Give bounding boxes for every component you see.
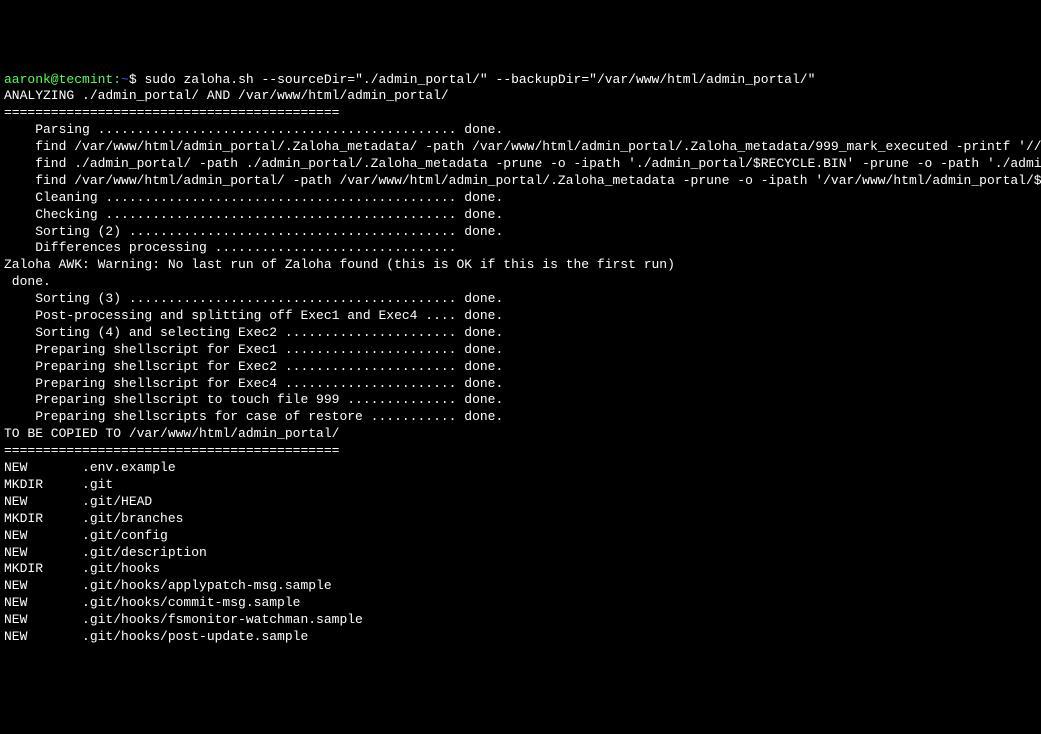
command-line: aaronk@tecmint:~$ sudo zaloha.sh --sourc… <box>4 72 1037 89</box>
output-line: find ./admin_portal/ -path ./admin_porta… <box>4 156 1037 173</box>
output-line: NEW .git/hooks/applypatch-msg.sample <box>4 578 1037 595</box>
output-line: Preparing shellscript for Exec1 ........… <box>4 342 1037 359</box>
output-line: MKDIR .git/hooks <box>4 561 1037 578</box>
prompt-user: aaronk@tecmint <box>4 72 113 87</box>
output-line: Cleaning ...............................… <box>4 190 1037 207</box>
output-line: Sorting (4) and selecting Exec2 ........… <box>4 325 1037 342</box>
output-line: Preparing shellscript for Exec2 ........… <box>4 359 1037 376</box>
output-line: MKDIR .git/branches <box>4 511 1037 528</box>
prompt-symbol: $ <box>129 72 137 87</box>
output-line: done. <box>4 274 1037 291</box>
output-line: Preparing shellscript to touch file 999 … <box>4 392 1037 409</box>
output-line: Preparing shellscript for Exec4 ........… <box>4 376 1037 393</box>
output-line: Parsing ................................… <box>4 122 1037 139</box>
output-line: NEW .git/hooks/post-update.sample <box>4 629 1037 646</box>
terminal-window[interactable]: aaronk@tecmint:~$ sudo zaloha.sh --sourc… <box>4 72 1037 646</box>
output-line: MKDIR .git <box>4 477 1037 494</box>
output-line: NEW .git/config <box>4 528 1037 545</box>
output-line: NEW .env.example <box>4 460 1037 477</box>
output-line: find /var/www/html/admin_portal/ -path /… <box>4 173 1037 190</box>
output-line: NEW .git/HEAD <box>4 494 1037 511</box>
output-line: find /var/www/html/admin_portal/.Zaloha_… <box>4 139 1037 156</box>
terminal-output: ANALYZING ./admin_portal/ AND /var/www/h… <box>4 88 1037 645</box>
output-line: Checking ...............................… <box>4 207 1037 224</box>
output-line: Zaloha AWK: Warning: No last run of Zalo… <box>4 257 1037 274</box>
output-line: TO BE COPIED TO /var/www/html/admin_port… <box>4 426 1037 443</box>
output-line: ANALYZING ./admin_portal/ AND /var/www/h… <box>4 88 1037 105</box>
command-input: sudo zaloha.sh --sourceDir="./admin_port… <box>144 72 815 87</box>
output-line: Post-processing and splitting off Exec1 … <box>4 308 1037 325</box>
output-line: Preparing shellscripts for case of resto… <box>4 409 1037 426</box>
prompt-separator: : <box>113 72 121 87</box>
prompt-cwd: ~ <box>121 72 129 87</box>
output-line: Differences processing .................… <box>4 240 1037 257</box>
output-line: ========================================… <box>4 443 1037 460</box>
output-line: NEW .git/hooks/commit-msg.sample <box>4 595 1037 612</box>
output-line: Sorting (2) ............................… <box>4 224 1037 241</box>
output-line: NEW .git/description <box>4 545 1037 562</box>
output-line: NEW .git/hooks/fsmonitor-watchman.sample <box>4 612 1037 629</box>
output-line: Sorting (3) ............................… <box>4 291 1037 308</box>
output-line: ========================================… <box>4 105 1037 122</box>
